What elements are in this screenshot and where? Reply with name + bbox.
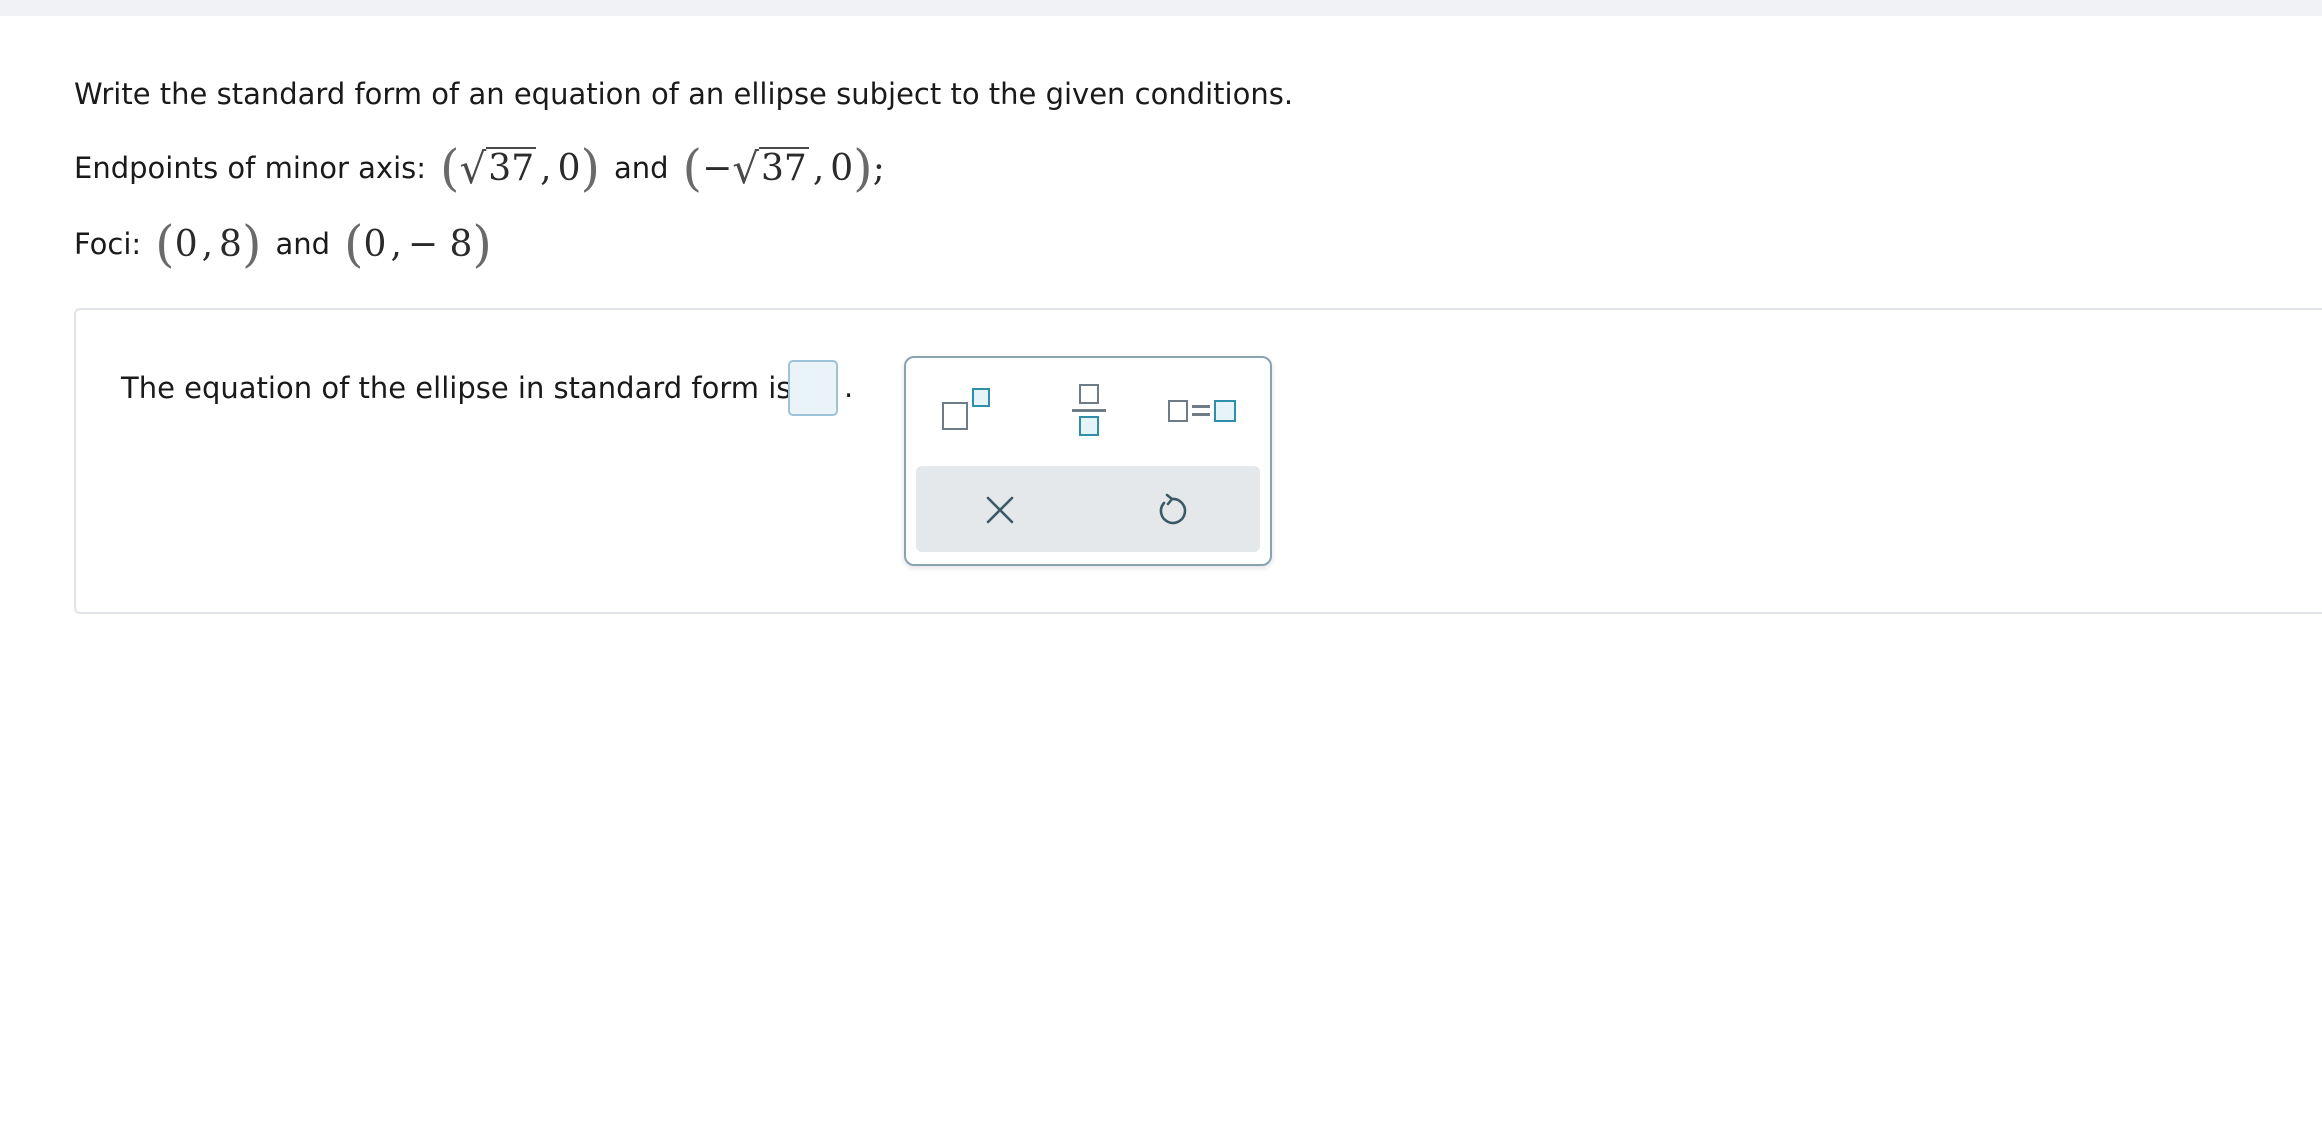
focus-point-1: ( 0 , 8 ): [155, 215, 262, 273]
point-x: 0: [174, 223, 198, 265]
clear-icon[interactable]: [984, 494, 1016, 526]
point-y: − 8: [407, 223, 473, 265]
point-y: 0: [557, 147, 581, 189]
equation-template-icon[interactable]: [1168, 398, 1244, 424]
focus-point-2: ( 0 , − 8 ): [344, 215, 492, 273]
undo-icon[interactable]: [1154, 492, 1190, 528]
exponent-template-icon[interactable]: [942, 388, 996, 432]
sqrt-symbol: √: [459, 143, 487, 193]
radicand: 37: [486, 147, 537, 189]
foci-condition: Foci: ( 0 , 8 ) and ( 0 , − 8 ): [74, 216, 492, 272]
sqrt-symbol: √: [732, 143, 759, 193]
foci-label: Foci:: [74, 227, 142, 261]
minor-axis-condition: Endpoints of minor axis: ( √ 37 , 0 ) an…: [74, 140, 885, 196]
minor-axis-point-1: ( √ 37 , 0 ): [440, 139, 600, 197]
minor-axis-label: Endpoints of minor axis:: [74, 151, 427, 185]
negative-sign: −: [702, 147, 733, 189]
math-palette: [904, 356, 1272, 566]
radicand: 37: [759, 147, 809, 189]
answer-sentence: The equation of the ellipse in standard …: [121, 371, 792, 405]
connector-and: and: [275, 227, 331, 261]
point-y: 0: [830, 147, 854, 189]
minor-axis-point-2: ( − √ 37 , 0 ) ;: [682, 139, 885, 197]
terminator: ;: [872, 147, 885, 189]
fraction-template-icon[interactable]: [1072, 384, 1108, 440]
answer-input[interactable]: [788, 360, 838, 416]
point-y: 8: [219, 223, 242, 265]
connector-and: and: [613, 151, 669, 185]
point-x: 0: [363, 223, 387, 265]
answer-period: .: [844, 370, 854, 404]
top-bar: [0, 0, 2322, 16]
question-prompt: Write the standard form of an equation o…: [74, 77, 1294, 111]
palette-actions: [916, 466, 1260, 552]
